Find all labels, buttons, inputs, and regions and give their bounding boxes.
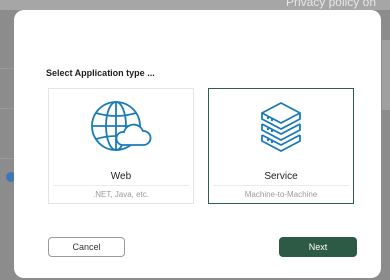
next-button[interactable]: Next bbox=[279, 237, 357, 257]
globe-cloud-icon bbox=[49, 97, 193, 155]
privacy-policy-link: Privacy policy on bbox=[285, 0, 376, 9]
dialog-heading: Select Application type ... bbox=[46, 68, 155, 78]
server-stack-icon bbox=[209, 97, 353, 155]
background-scroll-region bbox=[382, 40, 390, 110]
background-divider bbox=[0, 108, 14, 109]
select-application-dialog: Select Application type ... Web .NET, Ja… bbox=[14, 10, 381, 278]
card-divider bbox=[213, 185, 349, 186]
card-divider bbox=[53, 185, 189, 186]
background-divider bbox=[0, 68, 14, 69]
card-title: Web bbox=[110, 171, 132, 182]
cancel-button[interactable]: Cancel bbox=[48, 237, 125, 257]
background-divider bbox=[0, 158, 14, 159]
card-title: Service bbox=[264, 171, 298, 182]
card-subtitle: .NET, Java, etc. bbox=[92, 190, 150, 199]
app-type-card-service[interactable]: Service Machine-to-Machine bbox=[208, 88, 354, 204]
card-subtitle: Machine-to-Machine bbox=[244, 190, 318, 199]
app-type-card-web[interactable]: Web .NET, Java, etc. bbox=[48, 88, 194, 204]
